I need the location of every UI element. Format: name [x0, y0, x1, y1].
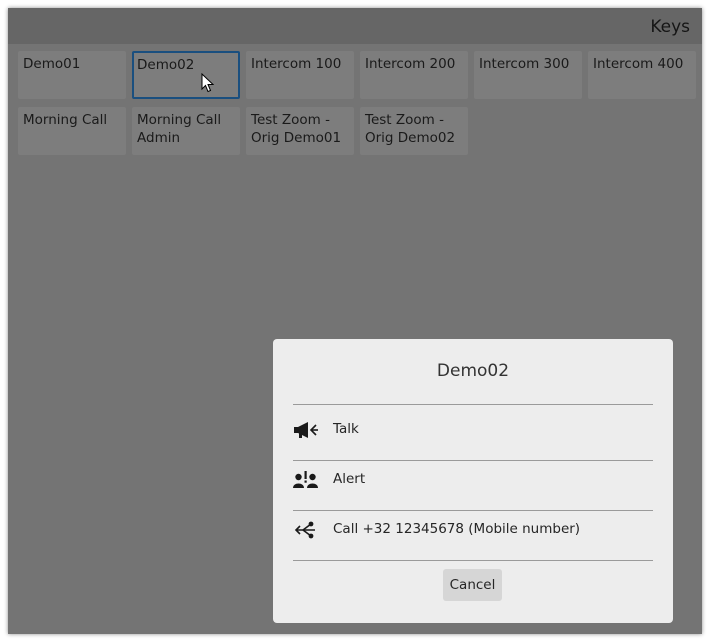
key-test-zoom-demo01[interactable]: Test Zoom - Orig Demo01	[246, 107, 354, 155]
key-intercom-100[interactable]: Intercom 100	[246, 51, 354, 99]
alert-users-icon	[293, 471, 318, 488]
header-bar: Keys	[8, 8, 702, 44]
call-label: Call +32 12345678 (Mobile number)	[333, 521, 581, 537]
header-title: Keys	[650, 17, 690, 37]
key-intercom-400[interactable]: Intercom 400	[588, 51, 696, 99]
key-morning-call[interactable]: Morning Call	[18, 107, 126, 155]
mouse-cursor-icon	[201, 73, 215, 93]
talk-action[interactable]: Talk	[293, 405, 653, 454]
key-test-zoom-demo02[interactable]: Test Zoom - Orig Demo02	[360, 107, 468, 155]
key-demo01[interactable]: Demo01	[18, 51, 126, 99]
key-morning-call-admin[interactable]: Morning Call Admin	[132, 107, 240, 155]
key-intercom-200[interactable]: Intercom 200	[360, 51, 468, 99]
app-window: Keys Demo01 Demo02 Intercom 100 Intercom…	[8, 8, 702, 634]
talk-label: Talk	[333, 421, 359, 437]
megaphone-icon	[294, 422, 318, 438]
key-demo02[interactable]: Demo02	[132, 51, 240, 99]
cancel-button[interactable]: Cancel	[443, 569, 502, 601]
call-action[interactable]: Call +32 12345678 (Mobile number)	[293, 505, 653, 554]
alert-label: Alert	[333, 471, 366, 487]
alert-action[interactable]: Alert	[293, 455, 653, 504]
dialog-title: Demo02	[436, 361, 510, 381]
action-dialog: Demo02 Talk Alert Call +32 12345678 (Mob…	[273, 339, 673, 623]
divider	[293, 560, 653, 561]
call-forward-icon	[294, 521, 315, 539]
key-intercom-300[interactable]: Intercom 300	[474, 51, 582, 99]
